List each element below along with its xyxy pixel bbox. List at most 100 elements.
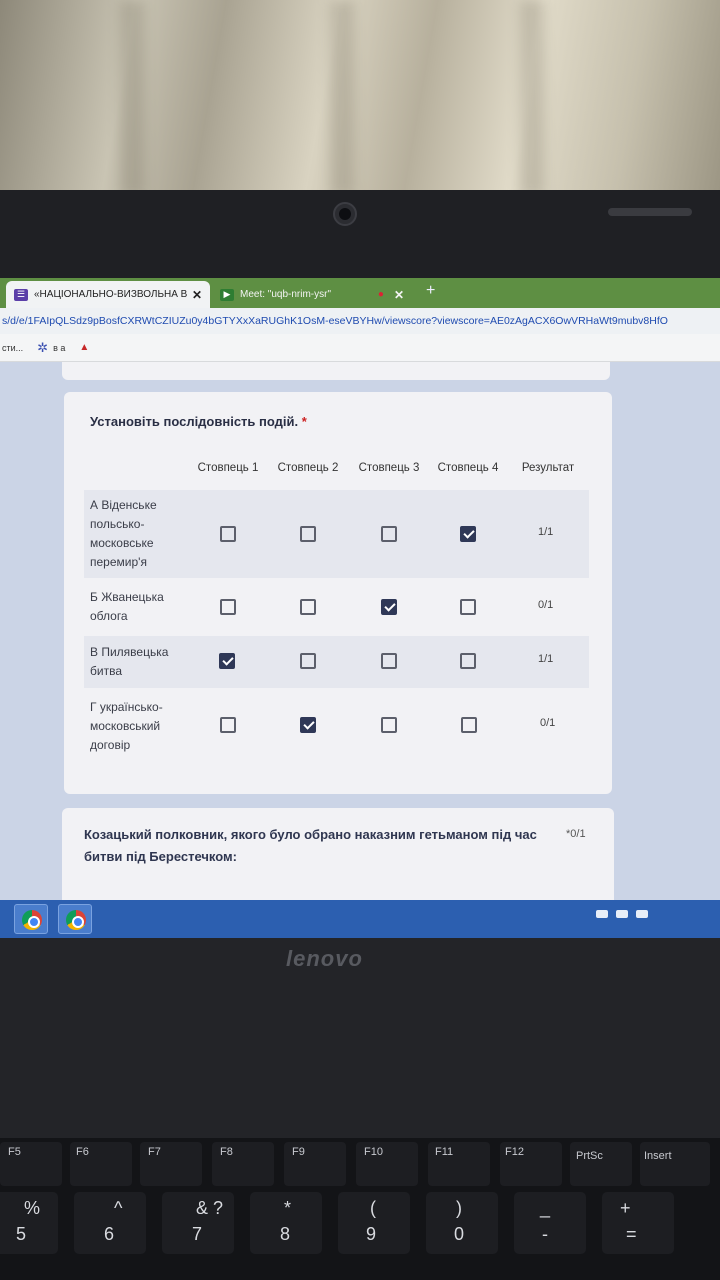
result-header: Результат (521, 462, 575, 474)
required-mark: * (301, 414, 307, 429)
key-symbol: - (542, 1224, 548, 1244)
curtain-fold (120, 0, 144, 196)
checkbox-c-4[interactable] (460, 653, 476, 669)
checkbox-a-3[interactable] (381, 526, 397, 542)
bezel-grille (608, 208, 692, 216)
key-symbol: 9 (366, 1224, 377, 1244)
row-score: 1/1 (538, 653, 554, 665)
key-symbol: 0 (454, 1224, 465, 1244)
key-label: Insert (644, 1150, 672, 1162)
row-score: 0/1 (538, 599, 554, 611)
previous-question-card (62, 362, 610, 380)
curtain-fold (520, 0, 544, 196)
photo-stage: ☰ «НАЦІОНАЛЬНО-ВИЗВОЛЬНА В ✕ ▶ Meet: "uq… (0, 0, 720, 1280)
key-label: F12 (505, 1146, 524, 1158)
key-label: F10 (364, 1146, 383, 1158)
question-title: Установіть послідовність подій. * (90, 414, 307, 429)
tab-title: Meet: "uqb-nrim-ysr" (240, 289, 332, 300)
tab-meet[interactable]: ▶ Meet: "uqb-nrim-ysr" ● ✕ (212, 281, 412, 308)
checkbox-a-2[interactable] (300, 526, 316, 542)
checkbox-c-2[interactable] (300, 653, 316, 669)
column-header: Стовпець 2 (277, 462, 339, 474)
chrome-icon (22, 910, 42, 930)
key-symbol: 6 (104, 1224, 115, 1244)
checkbox-c-3[interactable] (381, 653, 397, 669)
row-score: 1/1 (538, 526, 554, 538)
url-text: s/d/e/1FAIpQLSdz9pBosfCXRWtCZIUZu0y4bGTY… (2, 315, 668, 327)
row-label: Г українсько-московський договір (90, 700, 163, 752)
key-symbol: = (626, 1224, 637, 1244)
key-label: F6 (76, 1146, 89, 1158)
laptop-bezel (0, 190, 720, 280)
forms-icon: ☰ (14, 288, 28, 301)
close-icon[interactable]: ✕ (394, 288, 404, 302)
row-score: 0/1 (540, 717, 556, 729)
key-symbol: 8 (280, 1224, 291, 1244)
address-bar[interactable]: s/d/e/1FAIpQLSdz9pBosfCXRWtCZIUZu0y4bGTY… (0, 308, 720, 334)
tab-forms[interactable]: ☰ «НАЦІОНАЛЬНО-ВИЗВОЛЬНА В ✕ (6, 281, 210, 308)
key-label: F8 (220, 1146, 233, 1158)
warning-icon[interactable]: ▲ (79, 342, 89, 353)
key-symbol: _ (540, 1198, 551, 1218)
key-symbol: ^ (114, 1198, 123, 1218)
key-symbol: ) (456, 1198, 462, 1218)
recording-icon: ● (377, 289, 384, 300)
close-icon[interactable]: ✕ (192, 288, 202, 302)
curtain-background (0, 0, 720, 196)
browser-tabstrip: ☰ «НАЦІОНАЛЬНО-ВИЗВОЛЬНА В ✕ ▶ Meet: "uq… (0, 278, 720, 308)
chrome-icon (66, 910, 86, 930)
question-score: *0/1 (566, 828, 586, 840)
volume-icon[interactable] (616, 910, 628, 918)
row-label: Б Жванецька облога (90, 590, 164, 623)
key-prtsc (570, 1142, 632, 1186)
checkbox-b-1[interactable] (220, 599, 236, 615)
new-tab-button[interactable]: + (426, 282, 435, 300)
bookmark-item[interactable]: сти... (2, 343, 23, 353)
key-equals (602, 1192, 674, 1254)
row-label: А Віденське польсько-московське перемир'… (90, 498, 157, 569)
taskbar (0, 900, 720, 938)
key-symbol: 7 (192, 1224, 203, 1244)
checkbox-b-4[interactable] (460, 599, 476, 615)
checkbox-d-3[interactable] (381, 717, 397, 733)
column-header: Стовпець 1 (197, 462, 259, 474)
key-symbol: * (284, 1198, 292, 1218)
checkbox-b-3[interactable] (381, 599, 397, 615)
key-label: PrtSc (576, 1150, 603, 1162)
key-symbol: + (620, 1198, 631, 1218)
brand-logo: lenovo (286, 946, 363, 971)
key-label: F9 (292, 1146, 305, 1158)
key-symbol: % (24, 1198, 41, 1218)
network-icon[interactable] (596, 910, 608, 918)
battery-icon[interactable] (636, 910, 648, 918)
row-label: В Пилявецька битва (90, 645, 169, 678)
key-insert (640, 1142, 710, 1186)
key-symbol: & ? (196, 1198, 224, 1218)
question-text: Установіть послідовність подій. (90, 414, 299, 429)
key-label: F11 (435, 1146, 454, 1158)
checkbox-a-1[interactable] (220, 526, 236, 542)
column-header: Стовпець 3 (358, 462, 420, 474)
form-page: Установіть послідовність подій. * Стовпе… (0, 362, 720, 902)
checkbox-b-2[interactable] (300, 599, 316, 615)
checkbox-d-1[interactable] (220, 717, 236, 733)
tab-title: «НАЦІОНАЛЬНО-ВИЗВОЛЬНА В (34, 289, 188, 300)
key-symbol: ( (370, 1198, 376, 1218)
curtain-fold (330, 0, 354, 196)
meet-icon: ▶ (220, 288, 234, 301)
checkbox-c-1[interactable] (219, 653, 235, 669)
key-symbol: 5 (16, 1224, 27, 1244)
bookmarks-bar: сти... ✲ в а ▲ (0, 334, 720, 362)
question-title: Козацький полковник, якого було обрано н… (84, 827, 537, 864)
taskbar-chrome-profile-button[interactable] (58, 904, 92, 934)
bookmark-item[interactable]: в а (53, 343, 65, 353)
gear-icon[interactable]: ✲ (37, 340, 48, 356)
checkbox-a-4[interactable] (460, 526, 476, 542)
checkbox-d-4[interactable] (461, 717, 477, 733)
key-label: F5 (8, 1146, 21, 1158)
key-label: F7 (148, 1146, 161, 1158)
taskbar-chrome-button[interactable] (14, 904, 48, 934)
column-header: Стовпець 4 (437, 462, 499, 474)
checkbox-d-2[interactable] (300, 717, 316, 733)
webcam-lens (339, 208, 351, 220)
